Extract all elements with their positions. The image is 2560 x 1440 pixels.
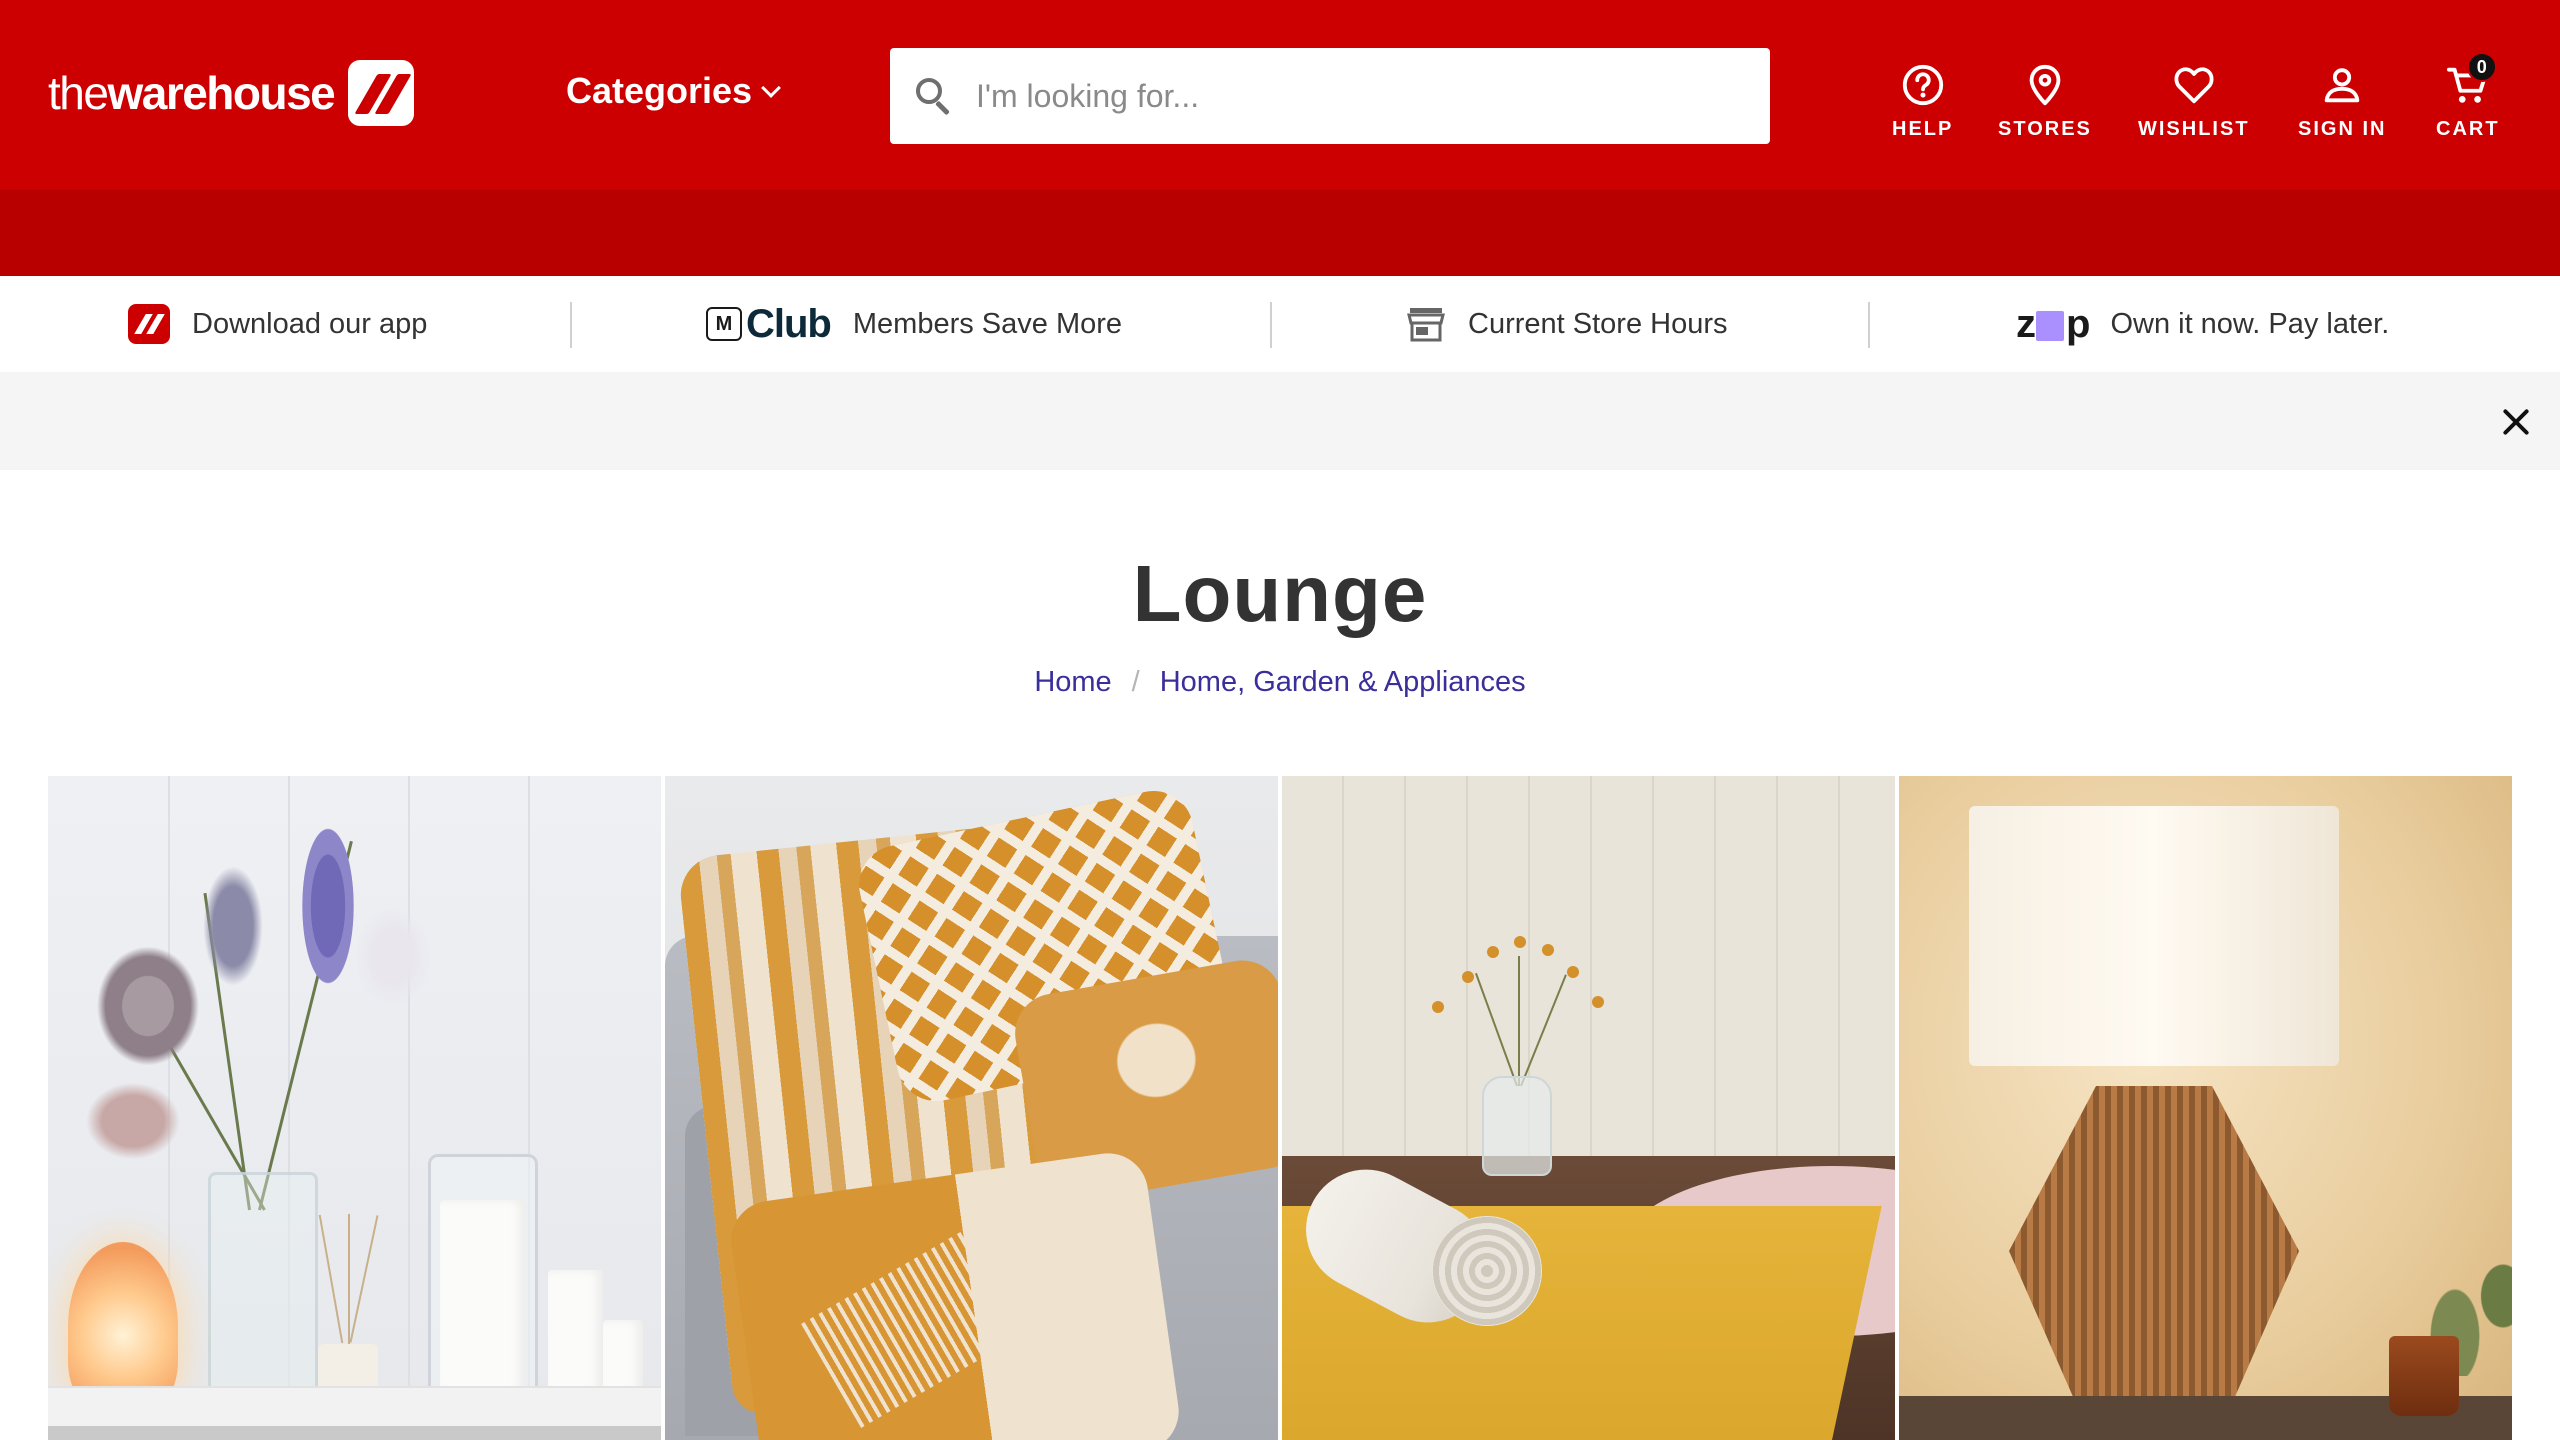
cart-count-badge: 0 bbox=[2466, 52, 2497, 82]
category-tile-rugs[interactable] bbox=[1282, 776, 1895, 1440]
nav-sign-in[interactable]: SIGN IN bbox=[2298, 62, 2386, 141]
search-icon[interactable] bbox=[914, 76, 954, 116]
rugs-image bbox=[1282, 776, 1895, 1440]
promo-download-app[interactable]: Download our app bbox=[128, 276, 427, 372]
logo-mark-icon bbox=[348, 60, 415, 126]
chevron-down-icon bbox=[761, 78, 781, 98]
nav-stores[interactable]: STORES bbox=[1998, 62, 2092, 141]
promo-download-app-label: Download our app bbox=[192, 307, 428, 340]
flowers-candles-image bbox=[48, 776, 661, 1440]
promo-store-hours[interactable]: Current Store Hours bbox=[1406, 276, 1728, 372]
site-header: thewarehouse Categories HELP STORES bbox=[0, 0, 2560, 190]
breadcrumb-home[interactable]: Home bbox=[1034, 666, 1111, 699]
promo-mclub[interactable]: M Club Members Save More bbox=[706, 276, 1122, 372]
search-bar bbox=[890, 48, 1770, 144]
category-tile-flowers-candles[interactable] bbox=[48, 776, 661, 1440]
breadcrumb-home-garden-appliances[interactable]: Home, Garden & Appliances bbox=[1160, 666, 1526, 699]
nav-wishlist[interactable]: WISHLIST bbox=[2138, 62, 2250, 141]
nav-cart-label: CART bbox=[2436, 118, 2500, 140]
promo-zip-label: Own it now. Pay later. bbox=[2110, 307, 2390, 340]
breadcrumb: Home / Home, Garden & Appliances bbox=[0, 666, 2560, 699]
promo-store-hours-label: Current Store Hours bbox=[1468, 307, 1728, 340]
promo-zip[interactable]: zp Own it now. Pay later. bbox=[2016, 276, 2389, 372]
nav-stores-label: STORES bbox=[1998, 118, 2092, 140]
nav-cart[interactable]: 0 CART bbox=[2436, 52, 2500, 141]
nav-help[interactable]: HELP bbox=[1892, 62, 1953, 141]
store-icon bbox=[1407, 308, 1445, 342]
promo-divider bbox=[1868, 302, 1870, 348]
promo-divider bbox=[1270, 302, 1272, 348]
user-icon bbox=[2324, 68, 2360, 103]
nav-wishlist-label: WISHLIST bbox=[2138, 118, 2250, 140]
notice-bar bbox=[0, 372, 2560, 470]
heart-icon bbox=[2174, 67, 2214, 104]
category-tiles bbox=[48, 776, 2512, 1440]
zip-logo-icon: zp bbox=[2016, 301, 2090, 346]
close-icon[interactable] bbox=[2496, 402, 2536, 442]
app-logo-icon bbox=[128, 304, 170, 344]
mclub-logo-icon: M Club bbox=[706, 302, 832, 347]
page-title: Lounge bbox=[1132, 549, 1428, 638]
help-icon bbox=[1902, 64, 1943, 106]
promo-bar: Download our app M Club Members Save Mor… bbox=[0, 276, 2560, 372]
throw-cushions-image bbox=[665, 776, 1278, 1440]
table-lamp-image bbox=[1899, 776, 2512, 1440]
category-tile-throws-cushions[interactable] bbox=[665, 776, 1278, 1440]
promo-mclub-label: Members Save More bbox=[852, 307, 1123, 340]
cart-icon-wrap: 0 bbox=[2445, 52, 2497, 108]
promo-divider bbox=[570, 302, 572, 348]
breadcrumb-separator: / bbox=[1131, 666, 1140, 698]
logo-wordmark: thewarehouse bbox=[48, 67, 336, 119]
site-logo[interactable]: thewarehouse bbox=[48, 60, 415, 126]
nav-help-label: HELP bbox=[1892, 118, 1954, 140]
location-pin-icon bbox=[2029, 64, 2061, 106]
nav-sign-in-label: SIGN IN bbox=[2298, 118, 2387, 140]
header-banner-strip bbox=[0, 190, 2560, 276]
category-tile-lamps[interactable] bbox=[1899, 776, 2512, 1440]
categories-label: Categories bbox=[566, 70, 753, 111]
categories-menu-button[interactable]: Categories bbox=[566, 70, 781, 112]
search-input[interactable] bbox=[976, 77, 1736, 115]
